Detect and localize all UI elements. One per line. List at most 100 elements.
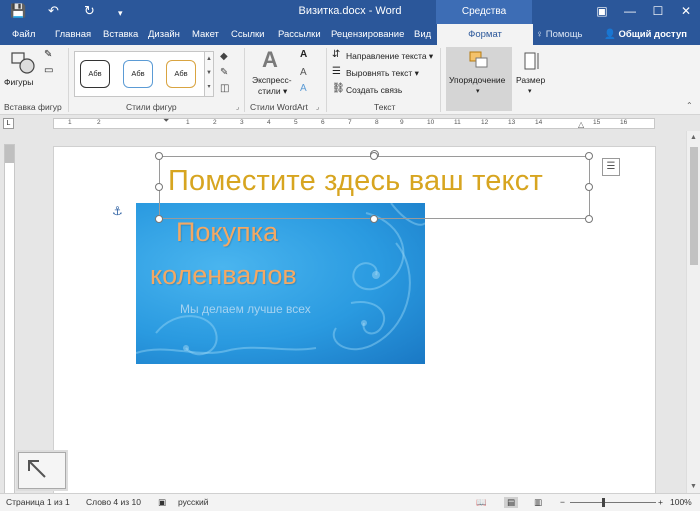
vertical-ruler[interactable] bbox=[4, 144, 15, 494]
tab-review[interactable]: Рецензирование bbox=[331, 24, 404, 45]
edit-shape-icon[interactable]: ✎ bbox=[44, 49, 52, 60]
tab-selector[interactable]: L bbox=[3, 118, 14, 129]
tab-view[interactable]: Вид bbox=[414, 24, 431, 45]
tab-home[interactable]: Главная bbox=[55, 24, 91, 45]
tab-file[interactable]: Файл bbox=[12, 24, 35, 45]
layout-options-icon[interactable]: ☰ bbox=[602, 158, 620, 176]
selected-textbox[interactable]: Поместите здесь ваш текст bbox=[159, 156, 590, 219]
language-indicator[interactable]: русский bbox=[178, 497, 209, 507]
resize-handle-w[interactable] bbox=[155, 183, 163, 191]
resize-handle-e[interactable] bbox=[585, 183, 593, 191]
ruler-tick: 15 bbox=[593, 119, 601, 126]
ruler-tick: 2 bbox=[97, 119, 101, 126]
page-count[interactable]: Страница 1 из 1 bbox=[6, 497, 70, 507]
ruler-tick: 1 bbox=[186, 119, 190, 126]
ribbon: Фигуры ✎ ▭ Вставка фигур Абв Абв Абв ▲ ▼ ▾… bbox=[0, 45, 700, 115]
close-icon[interactable]: ✕ bbox=[672, 0, 700, 24]
collapse-ribbon-icon[interactable]: ⌃ bbox=[686, 101, 693, 110]
text-direction-button[interactable]: Направление текста ▾ bbox=[346, 51, 433, 62]
quick-styles-button[interactable]: A Экспресс- стили ▾ bbox=[250, 47, 292, 99]
anchor-icon[interactable]: ⚓ bbox=[112, 204, 123, 218]
shape-fill-icon[interactable]: ◆ bbox=[220, 51, 228, 62]
text-outline-icon[interactable]: A bbox=[300, 67, 307, 78]
card-slogan: Мы делаем лучше всех bbox=[180, 302, 311, 316]
shape-style-1[interactable]: Абв bbox=[80, 60, 110, 88]
tab-mailings[interactable]: Рассылки bbox=[278, 24, 321, 45]
shapes-icon bbox=[11, 52, 35, 74]
read-mode-icon[interactable]: 📖 bbox=[476, 497, 487, 508]
ruler-tick: 14 bbox=[535, 119, 543, 126]
zoom-in-icon[interactable]: + bbox=[658, 497, 663, 507]
resize-handle-se[interactable] bbox=[585, 215, 593, 223]
zoom-out-icon[interactable]: − bbox=[560, 497, 565, 507]
shape-styles-gallery: Абв Абв Абв bbox=[74, 51, 212, 97]
tab-insert[interactable]: Вставка bbox=[103, 24, 138, 45]
tab-layout[interactable]: Макет bbox=[192, 24, 219, 45]
indent-marker[interactable]: ⏷ bbox=[163, 116, 169, 126]
tab-format[interactable]: Формат bbox=[437, 24, 533, 45]
resize-handle-s[interactable] bbox=[370, 215, 378, 223]
link-icon: ⛓ bbox=[332, 83, 345, 94]
separator bbox=[326, 48, 327, 112]
horizontal-ruler[interactable]: L 1 2 1 2 3 4 5 6 7 8 9 10 11 12 13 14 1… bbox=[0, 116, 700, 131]
align-text-icon: ☰ bbox=[332, 66, 341, 77]
vertical-scrollbar[interactable]: ▲ ▼ bbox=[686, 131, 700, 493]
shape-style-2[interactable]: Абв bbox=[123, 60, 153, 88]
shape-style-3[interactable]: Абв bbox=[166, 60, 196, 88]
web-layout-icon[interactable]: ▥ bbox=[534, 497, 542, 508]
resize-corner-icon[interactable] bbox=[18, 452, 66, 489]
print-layout-icon[interactable]: ▤ bbox=[504, 497, 519, 508]
text-box-icon[interactable]: ▭ bbox=[44, 65, 53, 76]
ruler-tick: 7 bbox=[348, 119, 352, 126]
minimize-icon[interactable]: — bbox=[616, 0, 644, 24]
card-title-line2: коленвалов bbox=[150, 260, 297, 290]
ruler-tick: 1 bbox=[68, 119, 72, 126]
drawing-tools-context-label: Средства рисования bbox=[436, 0, 532, 41]
right-indent-marker[interactable]: △ bbox=[578, 120, 584, 129]
maximize-icon[interactable]: ☐ bbox=[644, 0, 672, 24]
text-fill-icon[interactable]: A bbox=[300, 49, 307, 60]
zoom-slider[interactable] bbox=[570, 502, 656, 503]
wordart-group-label: Стили WordArt bbox=[250, 102, 308, 112]
insert-shapes-group-label: Вставка фигур bbox=[4, 102, 62, 112]
scroll-up-arrow[interactable]: ▲ bbox=[690, 134, 697, 141]
proofing-icon[interactable]: ▣ bbox=[158, 497, 166, 508]
business-card-image[interactable]: Покупка коленвалов Мы делаем лучше всех bbox=[136, 203, 425, 364]
ruler-tick: 16 bbox=[620, 119, 628, 126]
textbox-text[interactable]: Поместите здесь ваш текст bbox=[168, 165, 543, 198]
ruler-tick: 6 bbox=[321, 119, 325, 126]
gallery-scroll[interactable]: ▲ ▼ ▾ bbox=[204, 51, 214, 97]
resize-handle-nw[interactable] bbox=[155, 152, 163, 160]
tell-me-search[interactable]: ♀ Помощь bbox=[536, 24, 582, 45]
separator bbox=[244, 48, 245, 112]
ruler-tick: 12 bbox=[481, 119, 489, 126]
resize-handle-sw[interactable] bbox=[155, 215, 163, 223]
create-link-button[interactable]: Создать связь bbox=[346, 85, 402, 95]
zoom-slider-thumb[interactable] bbox=[602, 498, 605, 507]
scroll-down-arrow[interactable]: ▼ bbox=[690, 483, 697, 490]
tab-design[interactable]: Дизайн bbox=[148, 24, 180, 45]
resize-handle-n[interactable] bbox=[370, 152, 378, 160]
status-bar: Страница 1 из 1 Слово 4 из 10 ▣ русский … bbox=[0, 493, 700, 511]
tab-references[interactable]: Ссылки bbox=[231, 24, 264, 45]
size-button[interactable]: Размер ▾ bbox=[514, 47, 548, 111]
dialog-launcher-icon[interactable]: ⌟ bbox=[316, 103, 319, 111]
separator bbox=[68, 48, 69, 112]
text-effects-icon[interactable]: A bbox=[300, 83, 307, 94]
resize-handle-ne[interactable] bbox=[585, 152, 593, 160]
shape-styles-group-label: Стили фигур bbox=[126, 102, 177, 112]
ruler-tick: 2 bbox=[213, 119, 217, 126]
shape-outline-icon[interactable]: ✎ bbox=[220, 67, 228, 78]
ribbon-display-options-icon[interactable]: ▣ bbox=[588, 0, 616, 24]
shape-effects-icon[interactable]: ◫ bbox=[220, 83, 229, 94]
ruler-tick: 10 bbox=[427, 119, 435, 126]
shapes-button[interactable]: Фигуры bbox=[4, 49, 40, 93]
word-count[interactable]: Слово 4 из 10 bbox=[86, 497, 141, 507]
share-button[interactable]: 👤 Общий доступ bbox=[604, 24, 687, 45]
scroll-thumb[interactable] bbox=[690, 147, 698, 265]
arrange-button[interactable]: Упорядочение ▾ bbox=[446, 47, 512, 111]
ruler-tick: 5 bbox=[294, 119, 298, 126]
align-text-button[interactable]: Выровнять текст ▾ bbox=[346, 68, 419, 79]
zoom-level[interactable]: 100% bbox=[670, 497, 692, 507]
dialog-launcher-icon[interactable]: ⌟ bbox=[236, 103, 239, 111]
